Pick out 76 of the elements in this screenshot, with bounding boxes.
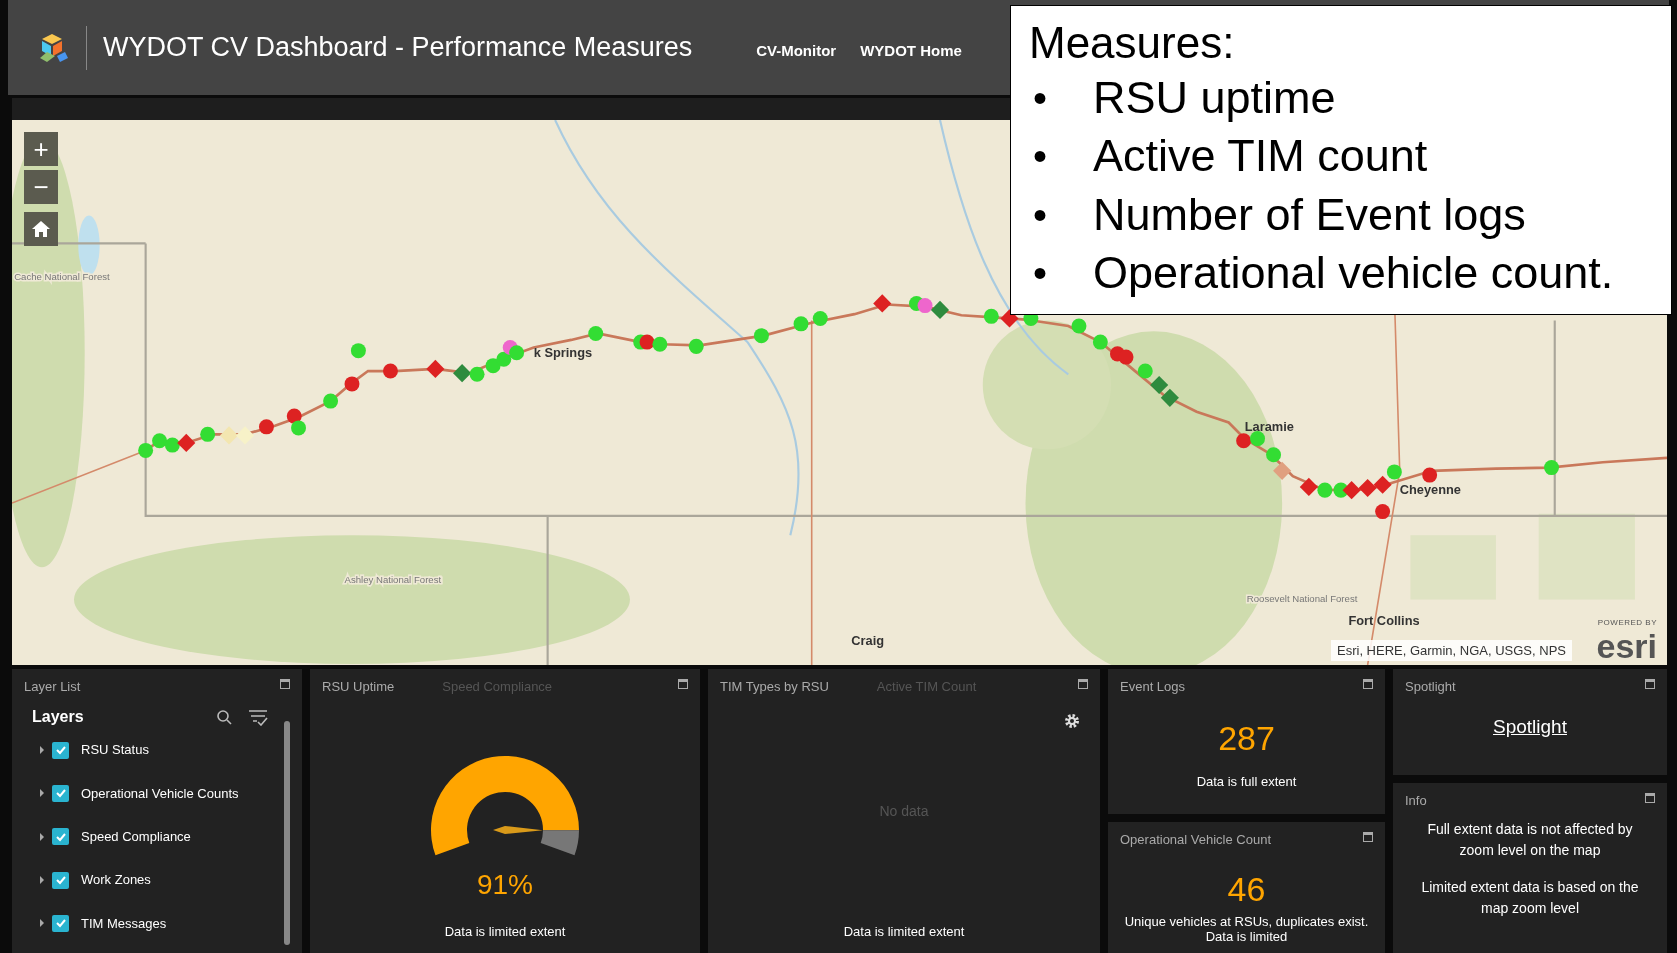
bullet: • [1033, 250, 1048, 298]
layer-checkbox[interactable] [52, 828, 69, 846]
home-icon [31, 219, 51, 239]
panel-note: Data is full extent [1195, 772, 1298, 791]
panel-title: Info [1405, 792, 1427, 811]
callout-title: Measures: [1029, 18, 1236, 69]
info-text: Limited extent data is based on the map zoom level [1420, 877, 1640, 918]
forest-label: Roosevelt National Forest [1246, 592, 1358, 604]
check-icon [54, 874, 67, 887]
check-icon [54, 787, 67, 800]
maximize-icon[interactable] [678, 679, 688, 689]
layer-label: TIM Messages [81, 914, 167, 933]
settings-icon[interactable] [1064, 712, 1080, 729]
layer-label: Speed Compliance [81, 828, 191, 846]
maximize-icon[interactable] [1645, 679, 1655, 689]
forest-label: Cache National Forest [14, 270, 110, 282]
city-label: k Springs [533, 345, 593, 361]
maximize-icon[interactable] [1363, 831, 1373, 842]
expand-caret-icon[interactable] [40, 832, 44, 841]
forest-label: Ashley National Forest [344, 574, 442, 586]
bullet: • [1033, 133, 1048, 181]
measure-item: Active TIM count [1093, 129, 1428, 184]
panel-note: Data is limited extent [444, 922, 566, 941]
vehicle-count: 46 [1226, 869, 1267, 911]
maximize-icon[interactable] [1078, 679, 1088, 689]
esri-logo: esri [1596, 629, 1657, 663]
layers-heading: Layers [32, 706, 85, 727]
layer-checkbox[interactable] [52, 871, 69, 889]
measure-item: Number of Event logs [1093, 187, 1526, 242]
city-label: Cheyenne [1399, 482, 1461, 498]
city-label: Laramie [1244, 419, 1294, 435]
check-icon [54, 917, 67, 930]
map-attribution: Esri, HERE, Garmin, NGA, USGS, NPS [1331, 639, 1572, 661]
panel-title: Layer List [24, 678, 81, 696]
expand-caret-icon[interactable] [40, 789, 44, 798]
nav-link[interactable]: CV-Monitor [756, 40, 837, 63]
panel-tab[interactable]: RSU Uptime [322, 677, 395, 697]
measure-item: RSU uptime [1093, 70, 1336, 125]
spotlight-link[interactable]: Spotlight [1493, 712, 1567, 741]
filter-list-icon[interactable] [248, 707, 268, 726]
layer-label: RSU Status [81, 741, 149, 760]
expand-caret-icon[interactable] [40, 876, 44, 885]
bullet: • [1033, 191, 1048, 239]
info-text: Full extent data is not affected by zoom level on the map [1426, 819, 1634, 860]
layer-checkbox[interactable] [52, 784, 69, 802]
panel-title: Spotlight [1405, 678, 1456, 696]
scrollbar[interactable] [284, 720, 290, 945]
layer-label: Work Zones [81, 871, 151, 890]
zoom-in-button[interactable]: + [24, 132, 58, 166]
maximize-icon[interactable] [1363, 679, 1373, 689]
expand-caret-icon[interactable] [40, 919, 44, 928]
panel-note: Data is limited extent [842, 922, 966, 941]
panel-note: Unique vehicles at RSUs, duplicates exist. Data is limited [1123, 915, 1370, 945]
cubes-logo-icon [38, 31, 70, 64]
maximize-icon[interactable] [280, 679, 290, 689]
city-label: Craig [851, 632, 885, 648]
powered-by-label: POWERED BY [1596, 617, 1657, 629]
panel-tab[interactable]: TIM Types by RSU [720, 677, 829, 697]
home-button[interactable] [24, 212, 58, 246]
gauge-reading: 91% [476, 867, 533, 902]
expand-caret-icon[interactable] [40, 746, 44, 755]
bullet: • [1033, 74, 1048, 122]
window-title: WYDOT CV Dashboard - Performance Measures [103, 31, 693, 65]
layer-label: Operational Vehicle Counts [81, 784, 239, 803]
city-label: Fort Collins [1348, 613, 1420, 629]
search-icon [216, 708, 232, 725]
measure-item: Operational vehicle count. [1093, 246, 1614, 301]
layer-checkbox[interactable] [52, 914, 69, 932]
maximize-icon[interactable] [1645, 793, 1655, 804]
layer-checkbox[interactable] [52, 741, 69, 759]
panel-title: Operational Vehicle Count [1120, 830, 1272, 849]
event-count: 287 [1217, 717, 1276, 759]
nav-link[interactable]: WYDOT Home [860, 40, 962, 63]
panel-title: Event Logs [1120, 678, 1186, 696]
check-icon [54, 744, 67, 757]
zoom-out-button[interactable]: − [24, 170, 58, 204]
